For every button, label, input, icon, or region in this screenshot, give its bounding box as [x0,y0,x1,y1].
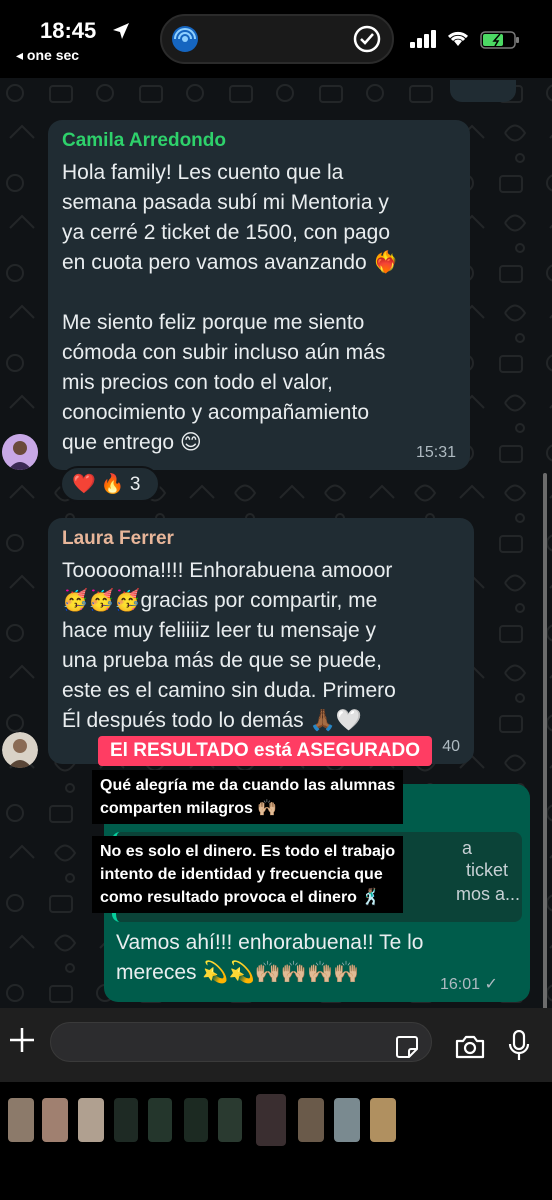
sender-name[interactable]: Camila Arredondo [62,130,456,152]
message-input[interactable] [50,1022,432,1062]
caption-line: intento de identidad y frecuencia que [100,866,383,883]
thumbnail[interactable] [114,1098,138,1142]
scrollbar[interactable] [543,473,547,1008]
quoted-text-line: a [462,838,473,858]
partial-reaction-pill [450,80,516,102]
back-to-app-link[interactable]: ◂ one sec [16,47,79,64]
dynamic-island [160,14,394,64]
overlay-caption-1: Qué alegría me da cuando las alumnas com… [92,770,404,824]
incoming-message-camila[interactable]: Camila Arredondo Hola family! Les cuento… [48,120,470,470]
thumbnail[interactable] [298,1098,324,1142]
caption-line: comparten milagros 🙌🏼 [100,800,278,817]
sticker-icon[interactable] [394,1034,420,1060]
thumbnail[interactable] [334,1098,360,1142]
caption-line: Qué alegría me da cuando las alumnas [100,777,396,794]
caption-line: como resultado provoca el dinero 🕺🏽 [100,889,382,906]
thumbnail[interactable] [78,1098,104,1142]
thumbnail[interactable] [148,1098,172,1142]
caption-line: No es solo el dinero. Es todo el trabajo [100,843,396,860]
cell-signal-icon [410,30,436,48]
quoted-text-line: ticket [466,860,509,880]
composer-bar [0,1008,552,1082]
clock: 18:45 [40,18,97,43]
thumbnail[interactable] [8,1098,34,1142]
location-arrow-icon [113,23,129,39]
plus-icon[interactable] [8,1026,36,1054]
message-text: Hola family! Les cuento que la semana pa… [62,161,399,454]
thumbnail[interactable] [184,1098,208,1142]
camera-icon[interactable] [454,1034,486,1060]
message-time: 40 [442,738,460,755]
thumbnail[interactable] [42,1098,68,1142]
message-time: 15:31 [415,444,456,461]
battery-icon [480,31,519,49]
check-circle-icon [353,25,381,53]
avatar-image [2,732,38,768]
thumbnail[interactable] [370,1098,396,1142]
overlay-banner: El RESULTADO está ASEGURADO [98,736,433,766]
thumbnail[interactable] [218,1098,242,1142]
avatar-camila[interactable] [2,434,38,470]
avatar-laura[interactable] [2,732,38,768]
incoming-message-laura[interactable]: Laura Ferrer Toooooma!!!! Enhorabuena am… [48,518,474,764]
message-reactions[interactable]: ❤️ 🔥 3 [60,466,160,502]
wifi-icon [447,31,469,46]
status-bar: 18:45 ◂ one sec [0,0,552,78]
message-text: Toooooma!!!! Enhorabuena amooor 🥳🥳🥳graci… [62,559,396,732]
thumbnail[interactable] [256,1094,286,1146]
overlay-caption-2: No es solo el dinero. Es todo el trabajo… [92,836,404,913]
microphone-icon[interactable] [508,1030,530,1062]
quoted-text-line: mos a... [456,884,521,904]
sender-name[interactable]: Laura Ferrer [62,528,460,550]
broadcast-icon [172,26,198,52]
avatar-image [2,434,38,470]
recent-media-strip [0,1082,552,1200]
outgoing-message-time: 16:01 ✓ [440,976,498,993]
